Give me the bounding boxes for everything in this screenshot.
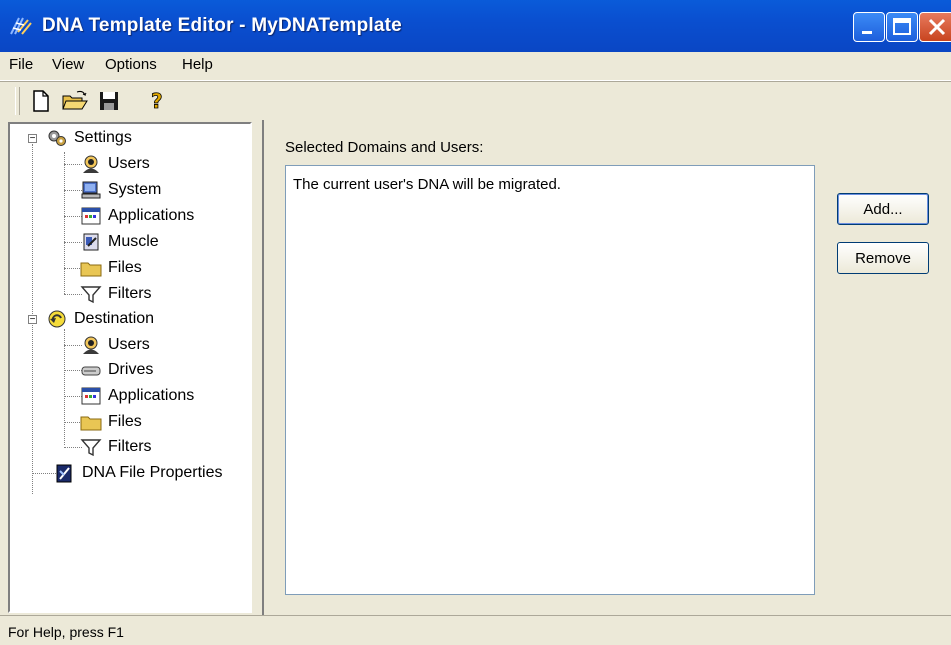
tree-item-label: Filters — [108, 285, 152, 302]
tree-item-label: System — [108, 181, 162, 198]
close-button[interactable] — [919, 12, 951, 42]
tree-item-settings-filters[interactable]: Filters — [80, 284, 152, 304]
tree-item-destination-filters[interactable]: Filters — [80, 437, 152, 457]
tree-line — [64, 152, 65, 294]
toolbar-grip[interactable] — [15, 87, 20, 115]
menu-help[interactable]: Help — [182, 56, 213, 73]
tree-item-destination-users[interactable]: Users — [80, 335, 150, 355]
menu-options[interactable]: Options — [105, 56, 157, 73]
folder-icon — [80, 412, 102, 432]
gears-icon — [46, 128, 68, 148]
help-icon[interactable]: ? — [144, 88, 170, 114]
maximize-icon — [893, 18, 911, 35]
folder-icon — [80, 258, 102, 278]
status-text: For Help, press F1 — [8, 624, 124, 640]
new-document-icon[interactable] — [28, 88, 54, 114]
list-item[interactable]: The current user's DNA will be migrated. — [293, 176, 561, 193]
save-icon[interactable] — [96, 88, 122, 114]
tree-line — [64, 329, 65, 445]
navigation-tree[interactable]: − Settings Users System Applications Mus… — [8, 122, 252, 613]
pane-splitter[interactable] — [252, 120, 260, 615]
tree-item-label: Users — [108, 155, 150, 172]
destination-collapse-toggle[interactable]: − — [28, 315, 37, 325]
tree-item-label: Files — [108, 413, 142, 430]
tree-item-settings[interactable]: Settings — [46, 128, 132, 148]
tree-item-label: Muscle — [108, 233, 159, 250]
tree-item-label: Filters — [108, 438, 152, 455]
add-button[interactable]: Add... — [837, 193, 929, 225]
menu-bar: File View Options Help — [0, 52, 951, 81]
properties-document-icon — [54, 463, 76, 483]
tree-item-label: Applications — [108, 207, 195, 224]
minimize-icon — [862, 31, 872, 34]
tree-item-settings-users[interactable]: Users — [80, 154, 150, 174]
tree-item-destination[interactable]: Destination — [46, 309, 154, 329]
tree-item-destination-applications[interactable]: Applications — [80, 386, 194, 406]
drive-icon — [80, 360, 102, 380]
muscle-icon — [80, 232, 102, 252]
status-bar: For Help, press F1 — [0, 615, 951, 645]
settings-collapse-toggle[interactable]: − — [28, 134, 37, 144]
tree-item-label: DNA File Properties — [82, 464, 223, 481]
tree-item-label: Drives — [108, 361, 154, 378]
computer-icon — [80, 180, 102, 200]
title-bar[interactable]: DNA Template Editor - MyDNATemplate — [0, 0, 951, 52]
window-title: DNA Template Editor - MyDNATemplate — [42, 15, 402, 36]
selected-domains-label: Selected Domains and Users: — [285, 139, 484, 156]
tree-item-muscle[interactable]: Muscle — [80, 232, 159, 252]
tree-item-dna-file-properties[interactable]: DNA File Properties — [54, 463, 223, 483]
destination-arrow-icon — [46, 309, 68, 329]
users-icon — [80, 154, 102, 174]
domains-users-list[interactable]: The current user's DNA will be migrated. — [285, 165, 815, 595]
tree-item-settings-files[interactable]: Files — [80, 258, 142, 278]
svg-text:?: ? — [151, 89, 163, 113]
dna-app-icon — [8, 14, 34, 38]
application-window-icon — [80, 386, 102, 406]
tree-item-settings-applications[interactable]: Applications — [80, 206, 194, 226]
filter-funnel-icon — [80, 284, 102, 304]
tree-item-label: Destination — [74, 310, 155, 327]
toolbar: ? — [0, 81, 951, 120]
tree-item-destination-files[interactable]: Files — [80, 412, 142, 432]
filter-funnel-icon — [80, 437, 102, 457]
open-folder-icon[interactable] — [62, 88, 88, 114]
menu-view[interactable]: View — [52, 56, 84, 73]
tree-item-label: Users — [108, 336, 150, 353]
users-icon — [80, 335, 102, 355]
close-icon — [928, 18, 946, 36]
tree-item-label: Applications — [108, 387, 195, 404]
tree-item-drives[interactable]: Drives — [80, 360, 153, 380]
remove-button[interactable]: Remove — [837, 242, 929, 274]
tree-item-system[interactable]: System — [80, 180, 161, 200]
tree-item-label: Settings — [74, 129, 132, 146]
tree-item-label: Files — [108, 259, 142, 276]
menu-file[interactable]: File — [9, 56, 33, 73]
application-window-icon — [80, 206, 102, 226]
maximize-button[interactable] — [886, 12, 918, 42]
minimize-button[interactable] — [853, 12, 885, 42]
